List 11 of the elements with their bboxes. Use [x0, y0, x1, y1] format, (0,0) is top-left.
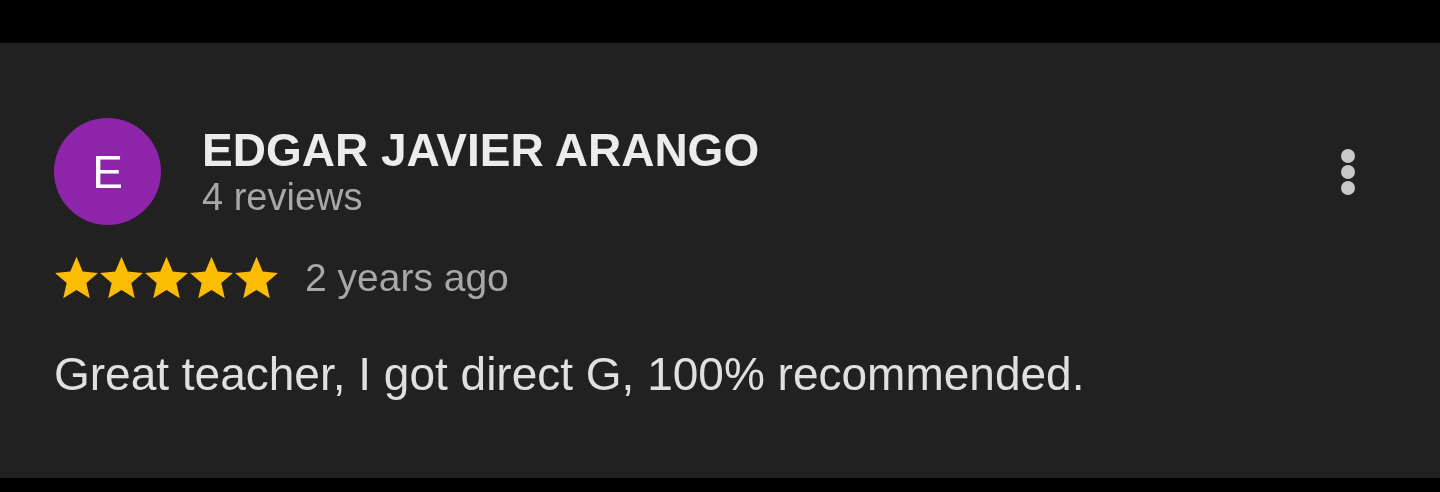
- more-options-icon[interactable]: [1340, 148, 1356, 195]
- star-icon: [99, 255, 144, 300]
- star-icon: [144, 255, 189, 300]
- review-count: 4 reviews: [202, 174, 364, 219]
- star-icon: [189, 255, 234, 300]
- author-name: EDGAR JAVIER ARANGO: [202, 124, 761, 175]
- review-text: Great teacher, I got direct G, 100% recommended.: [54, 348, 1086, 400]
- avatar: E: [54, 118, 161, 225]
- star-icon: [54, 255, 99, 300]
- star-icon: [234, 255, 279, 300]
- review-time: 2 years ago: [305, 255, 509, 300]
